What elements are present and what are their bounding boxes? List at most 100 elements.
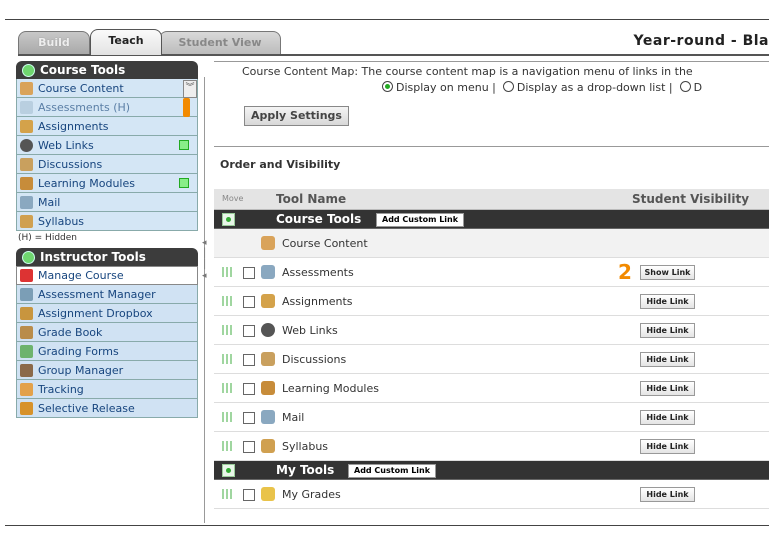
nav-label: Mail [38, 195, 61, 209]
nav-assessment-manager[interactable]: Assessment Manager [16, 285, 198, 304]
table-row: Learning Modules Hide Link [214, 374, 769, 403]
tab-teach[interactable]: Teach [90, 29, 162, 55]
drag-handle-icon[interactable] [222, 441, 233, 451]
table-row: Assignments Hide Link [214, 287, 769, 316]
learning-modules-icon [20, 176, 33, 190]
nav-selective-release[interactable]: Selective Release [16, 399, 198, 418]
row-checkbox[interactable] [243, 489, 255, 501]
selective-release-icon [20, 401, 33, 415]
radio-label: Display on menu | [396, 81, 496, 94]
assignment-dropbox-icon [20, 306, 33, 320]
tool-name: Mail [282, 411, 305, 424]
table-row: Web Links Hide Link [214, 316, 769, 345]
row-checkbox[interactable] [243, 441, 255, 453]
hide-link-button[interactable]: Hide Link [640, 294, 695, 309]
row-checkbox[interactable] [243, 383, 255, 395]
tool-name: My Grades [282, 488, 341, 501]
course-content-icon [261, 236, 275, 250]
expand-section-icon[interactable] [222, 464, 235, 477]
nav-grading-forms[interactable]: Grading Forms [16, 342, 198, 361]
nav-assignment-dropbox[interactable]: Assignment Dropbox [16, 304, 198, 323]
hide-link-button[interactable]: Hide Link [640, 439, 695, 454]
nav-grade-book[interactable]: Grade Book [16, 323, 198, 342]
radio-label: Display as a drop-down list | [516, 81, 673, 94]
hide-link-button[interactable]: Hide Link [640, 323, 695, 338]
drag-handle-icon[interactable] [222, 354, 233, 364]
apply-settings-button[interactable]: Apply Settings [244, 106, 349, 126]
hide-link-button[interactable]: Hide Link [640, 381, 695, 396]
drag-handle-icon[interactable] [222, 267, 233, 277]
row-checkbox[interactable] [243, 354, 255, 366]
add-custom-link-button[interactable]: Add Custom Link [348, 464, 437, 478]
nav-tracking[interactable]: Tracking [16, 380, 198, 399]
drag-handle-icon[interactable] [222, 296, 233, 306]
nav-assessments[interactable]: Assessments (H) [16, 98, 198, 117]
hide-link-button[interactable]: Hide Link [640, 410, 695, 425]
main-content: Course Content Map: The course content m… [214, 61, 769, 524]
radio-other[interactable] [679, 81, 691, 92]
hidden-legend: (H) = Hidden [18, 233, 77, 243]
collapse-circle-icon[interactable] [22, 63, 35, 77]
section-my-tools: My Tools Add Custom Link [214, 461, 769, 480]
add-custom-link-button[interactable]: Add Custom Link [376, 213, 465, 227]
nav-web-links[interactable]: Web Links [16, 136, 198, 155]
section-title: My Tools [276, 463, 335, 477]
content-map-description: Course Content Map: The course content m… [242, 65, 693, 78]
tool-name: Learning Modules [282, 382, 379, 395]
row-checkbox[interactable] [243, 325, 255, 337]
new-item-indicator-icon [179, 178, 189, 188]
radio-dropdown-list[interactable] [502, 81, 514, 92]
nav-label: Assessment Manager [38, 287, 156, 301]
drag-handle-icon[interactable] [222, 412, 233, 422]
table-header: Move Tool Name Student Visibility [214, 189, 769, 210]
discussions-icon [20, 157, 33, 171]
hide-link-button[interactable]: Hide Link [640, 352, 695, 367]
tracking-icon [20, 382, 33, 396]
nav-mail[interactable]: Mail [16, 193, 198, 212]
tool-name: Assignments [282, 295, 353, 308]
nav-group-manager[interactable]: Group Manager [16, 361, 198, 380]
expand-section-icon[interactable] [222, 213, 235, 226]
table-row: My Grades Hide Link [214, 480, 769, 509]
column-move: Move [222, 194, 244, 203]
drag-handle-icon[interactable] [222, 489, 233, 499]
drag-handle-icon[interactable] [222, 325, 233, 335]
drag-handle-icon[interactable] [222, 383, 233, 393]
my-grades-icon [261, 487, 275, 501]
row-checkbox[interactable] [243, 267, 255, 279]
nav-learning-modules[interactable]: Learning Modules [16, 174, 198, 193]
hide-link-button[interactable]: Hide Link [640, 487, 695, 502]
collapse-circle-icon[interactable] [22, 250, 35, 264]
group-manager-icon [20, 363, 33, 377]
content-map-options: Display on menu | Display as a drop-down… [382, 81, 702, 94]
nav-label: Group Manager [38, 363, 124, 377]
radio-display-on-menu[interactable] [382, 81, 393, 92]
nav-label: Syllabus [38, 214, 85, 228]
row-checkbox[interactable] [243, 412, 255, 424]
nav-discussions[interactable]: Discussions [16, 155, 198, 174]
nav-label: Web Links [38, 138, 94, 152]
section-title: Course Tools [276, 212, 362, 226]
assessment-manager-icon [20, 287, 33, 301]
tab-build[interactable]: Build [18, 31, 90, 54]
nav-manage-course[interactable]: Manage Course [16, 266, 198, 285]
mail-icon [261, 410, 275, 424]
tool-name: Course Content [282, 237, 368, 250]
nav-label: Course Content [38, 81, 124, 95]
tab-student-view[interactable]: Student View [159, 31, 281, 54]
nav-course-content[interactable]: Course Content ︾ [16, 79, 198, 98]
collapse-chevron-icon[interactable]: ︾ [183, 80, 197, 98]
nav-label: Manage Course [38, 269, 124, 282]
nav-assignments[interactable]: Assignments [16, 117, 198, 136]
mail-icon [20, 195, 33, 209]
new-item-indicator-icon [179, 140, 189, 150]
course-content-map-settings: Course Content Map: The course content m… [214, 62, 769, 147]
course-tools-header[interactable]: Course Tools [16, 61, 198, 79]
nav-syllabus[interactable]: Syllabus [16, 212, 198, 231]
collapse-panel-arrow-icon[interactable]: ◂ │ │ ◂ [202, 238, 207, 282]
marker-2-badge: 2 [618, 260, 632, 284]
instructor-tools-header[interactable]: Instructor Tools [16, 248, 198, 266]
row-checkbox[interactable] [243, 296, 255, 308]
show-link-button[interactable]: Show Link [640, 265, 695, 280]
syllabus-icon [261, 439, 275, 453]
